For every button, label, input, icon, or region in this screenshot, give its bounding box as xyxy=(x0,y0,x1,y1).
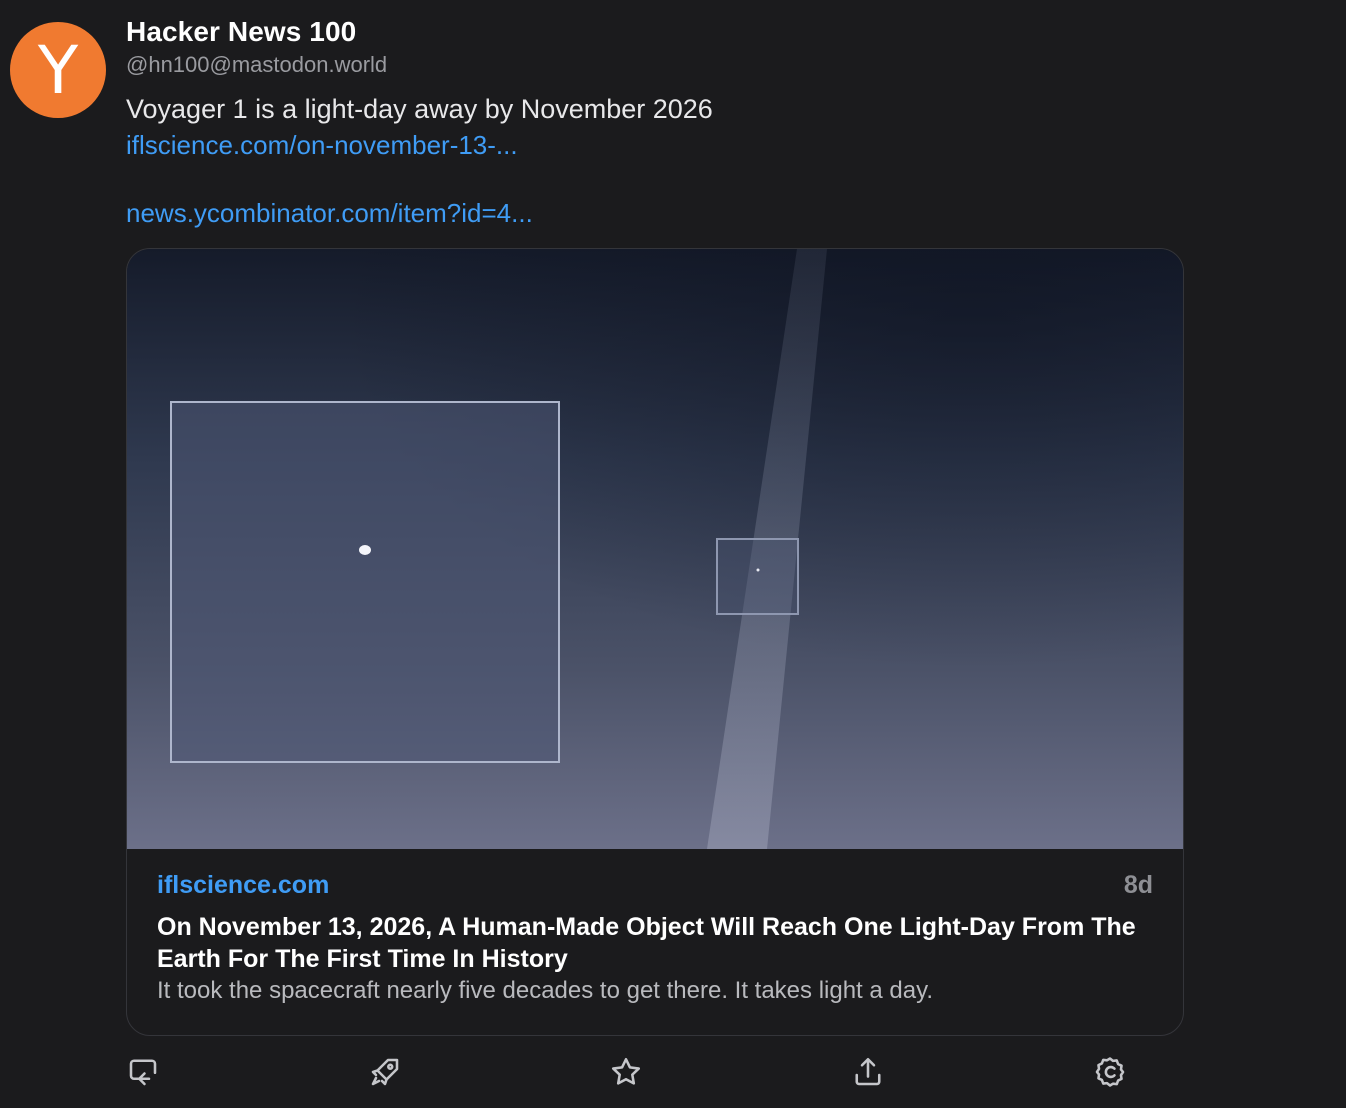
preview-image xyxy=(127,249,1183,849)
card-age: 8d xyxy=(1123,871,1153,899)
account-handle[interactable]: @hn100@mastodon.world xyxy=(126,52,387,78)
post-text: Voyager 1 is a light-day away by Novembe… xyxy=(126,94,713,124)
display-name[interactable]: Hacker News 100 xyxy=(126,16,356,48)
avatar-letter: Y xyxy=(37,32,79,109)
card-source: iflscience.com xyxy=(157,871,330,899)
boost-icon[interactable] xyxy=(367,1054,403,1090)
favorite-icon[interactable] xyxy=(608,1054,644,1090)
post-link-hackernews[interactable]: news.ycombinator.com/item?id=4... xyxy=(126,198,533,229)
link-preview-card[interactable]: iflscience.com 8d On November 13, 2026, … xyxy=(126,248,1184,1036)
card-title: On November 13, 2026, A Human-Made Objec… xyxy=(157,913,1136,973)
post-link-iflscience[interactable]: iflscience.com/on-november-13-... xyxy=(126,130,518,161)
avatar[interactable]: Y xyxy=(10,22,106,118)
card-description: It took the spacecraft nearly five decad… xyxy=(157,977,933,1004)
action-bar xyxy=(0,1054,1346,1094)
share-icon[interactable] xyxy=(850,1054,886,1090)
more-icon[interactable] xyxy=(1092,1054,1128,1090)
reply-icon[interactable] xyxy=(125,1054,161,1090)
